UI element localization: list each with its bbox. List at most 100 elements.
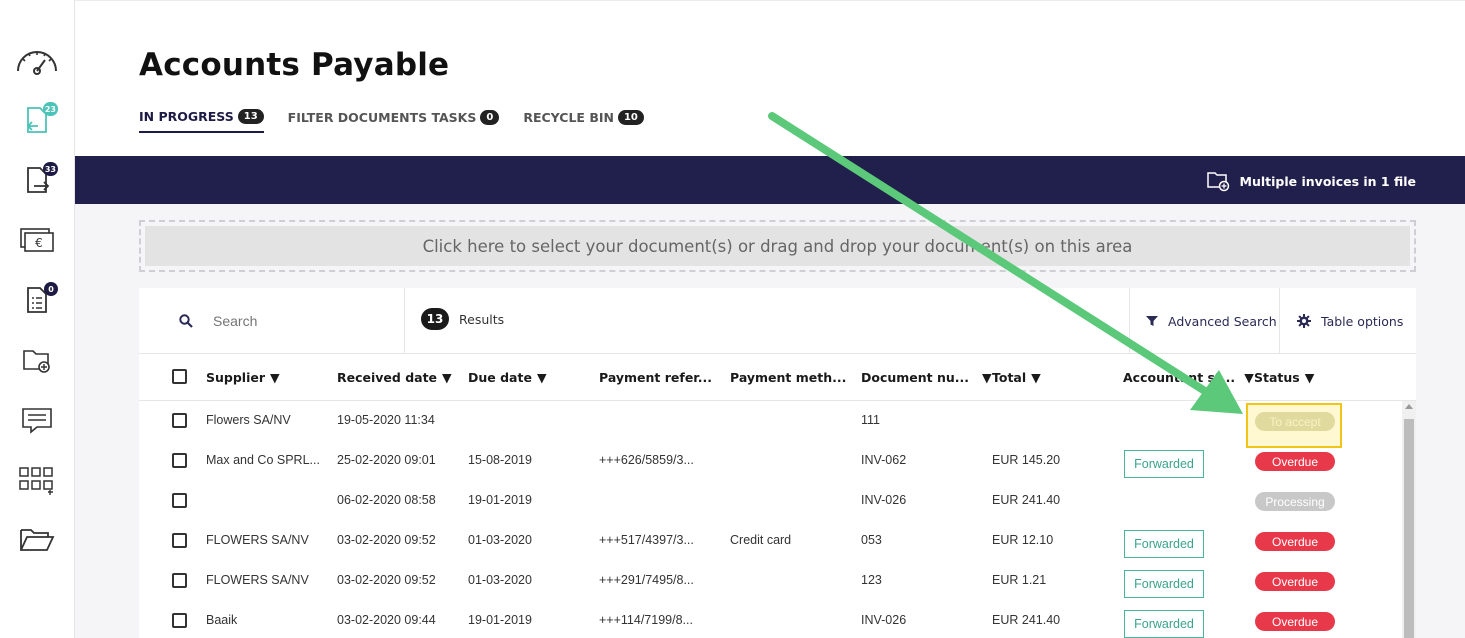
forwarded-button[interactable]: Forwarded [1124,610,1204,638]
search-icon [179,314,193,328]
document-number-cell: 053 [861,533,882,547]
received-date-cell: 03-02-2020 09:52 [337,533,436,547]
multiple-invoices-button[interactable]: Multiple invoices in 1 file [1206,170,1416,192]
column-total[interactable]: Total ▼ [992,370,1041,385]
results-summary: 13 Results [421,308,504,330]
action-banner: Multiple invoices in 1 file [75,156,1465,204]
table-scrollbar[interactable] [1402,401,1416,638]
supplier-cell: FLOWERS SA/NV [206,533,309,547]
incoming-documents-icon[interactable]: 23 [14,100,60,140]
table-row[interactable]: Flowers SA/NV 19-05-2020 11:34 111 To ac… [139,401,1401,441]
task-list-badge: 0 [44,282,58,296]
outgoing-documents-icon[interactable]: 33 [14,160,60,200]
column-payment-reference[interactable]: Payment refer... [599,370,712,385]
document-dropzone[interactable]: Click here to select your document(s) or… [139,220,1416,272]
column-supplier[interactable]: Supplier ▼ [206,370,280,385]
scrollbar-thumb[interactable] [1404,419,1414,638]
dashboard-gauge-icon[interactable] [14,40,60,80]
filter-icon[interactable]: ▼ [982,370,992,385]
task-list-icon[interactable]: 0 [14,280,60,320]
row-checkbox[interactable] [172,453,187,468]
table-row[interactable]: Baaik 03-02-2020 09:44 19-01-2019 +++114… [139,601,1401,638]
open-folder-icon[interactable] [14,520,60,560]
filter-icon[interactable]: ▼ [537,370,547,385]
messages-icon[interactable] [14,400,60,440]
row-checkbox[interactable] [172,493,187,508]
filter-icon[interactable]: ▼ [1244,370,1254,385]
incoming-documents-badge: 23 [42,102,58,116]
multiple-invoices-label: Multiple invoices in 1 file [1239,173,1416,189]
row-checkbox[interactable] [172,533,187,548]
results-label: Results [459,311,505,327]
received-date-cell: 06-02-2020 08:58 [337,493,436,507]
row-checkbox[interactable] [172,573,187,588]
total-cell: EUR 1.21 [992,573,1047,587]
status-badge: Overdue [1255,572,1335,591]
document-number-cell: INV-026 [861,613,907,627]
column-payment-method[interactable]: Payment meth... [730,370,846,385]
table-row[interactable]: FLOWERS SA/NV 03-02-2020 09:52 01-03-202… [139,561,1401,601]
forwarded-button[interactable]: Forwarded [1124,530,1204,558]
advanced-search-button[interactable]: Advanced Search [1129,288,1279,354]
table-row[interactable]: Max and Co SPRL... 25-02-2020 09:01 15-0… [139,441,1401,481]
due-date-cell: 15-08-2019 [468,453,532,467]
svg-text:€: € [35,236,43,250]
column-label: Supplier [206,370,266,385]
column-accountant-status[interactable]: Accountant st... ▼ [1123,370,1254,385]
total-cell: EUR 145.20 [992,453,1061,467]
forwarded-button[interactable]: Forwarded [1124,450,1204,478]
column-label: Accountant st... [1123,370,1236,385]
tab-count-badge: 13 [237,109,264,124]
filter-icon[interactable]: ▼ [442,370,452,385]
column-label: Document nu... [861,370,970,385]
gear-icon [1297,314,1311,328]
filter-icon[interactable]: ▼ [1031,370,1041,385]
table-options-button[interactable]: Table options [1279,288,1416,354]
search-input[interactable] [213,313,383,329]
due-date-cell: 19-01-2019 [468,613,532,627]
scroll-up-arrow-icon[interactable] [1405,404,1413,409]
documents-table-card: 13 Results Advanced Search Table options… [139,288,1416,638]
supplier-cell: Baaik [206,613,238,627]
filter-icon[interactable]: ▼ [270,370,280,385]
due-date-cell: 01-03-2020 [468,533,532,547]
tab-recycle-bin[interactable]: RECYCLE BIN 10 [523,109,644,133]
forwarded-button[interactable]: Forwarded [1124,570,1204,598]
tab-label: FILTER DOCUMENTS TASKS [287,110,477,125]
search-box [139,288,405,354]
total-cell: EUR 241.40 [992,493,1061,507]
folder-add-icon[interactable] [14,340,60,380]
apps-grid-icon[interactable] [14,460,60,500]
row-checkbox[interactable] [172,413,187,428]
supplier-cell: FLOWERS SA/NV [206,573,309,587]
filter-icon[interactable]: ▼ [1305,370,1315,385]
supplier-cell: Flowers SA/NV [206,413,291,427]
payment-method-cell: Credit card [730,533,792,547]
column-due-date[interactable]: Due date ▼ [468,370,547,385]
column-document-number[interactable]: Document nu... ▼ [861,370,992,385]
euro-payment-icon[interactable]: € [14,220,60,260]
filter-icon [1146,316,1158,326]
tab-in-progress[interactable]: IN PROGRESS 13 [139,109,264,133]
column-label: Payment meth... [730,370,847,385]
tab-count-badge: 0 [480,110,500,125]
table-row[interactable]: 06-02-2020 08:58 19-01-2019 INV-026 EUR … [139,481,1401,521]
sidebar: 23 33 € 0 [0,0,75,638]
row-checkbox[interactable] [172,613,187,628]
outgoing-documents-badge: 33 [42,162,58,176]
column-status[interactable]: Status ▼ [1254,370,1314,385]
table-row[interactable]: FLOWERS SA/NV 03-02-2020 09:52 01-03-202… [139,521,1401,561]
results-count-badge: 13 [421,308,449,330]
document-number-cell: INV-062 [861,453,907,467]
tab-filter-documents-tasks[interactable]: FILTER DOCUMENTS TASKS 0 [288,109,500,133]
table-body: Flowers SA/NV 19-05-2020 11:34 111 To ac… [139,401,1401,638]
status-badge: Processing [1255,492,1335,511]
tab-bar: IN PROGRESS 13 FILTER DOCUMENTS TASKS 0 … [139,109,644,133]
payment-reference-cell: +++626/5859/3... [599,453,694,467]
advanced-search-label: Advanced Search [1168,313,1277,329]
payment-reference-cell: +++114/7199/8... [599,613,693,627]
select-all-checkbox[interactable] [172,369,187,384]
received-date-cell: 03-02-2020 09:52 [337,573,436,587]
column-received-date[interactable]: Received date ▼ [337,370,452,385]
payment-reference-cell: +++517/4397/3... [599,533,694,547]
